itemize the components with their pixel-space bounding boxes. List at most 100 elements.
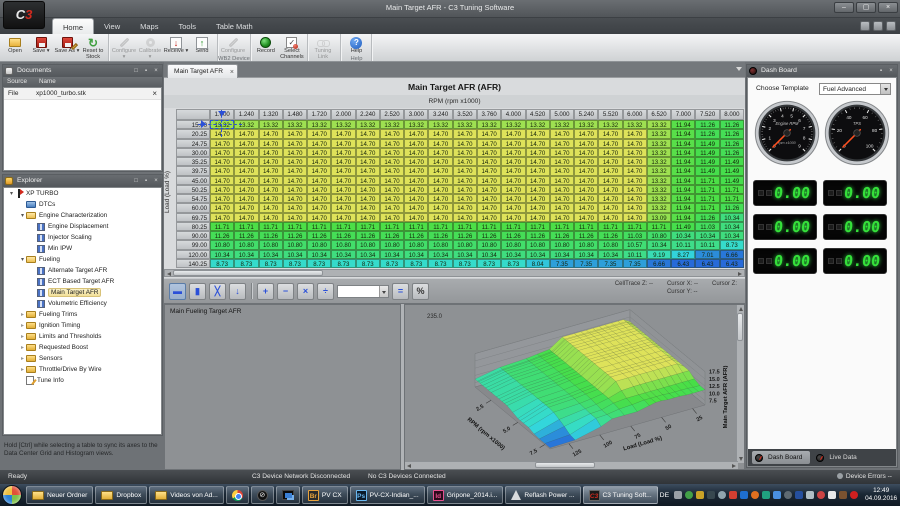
afr-cell[interactable]: 11.71 — [234, 222, 258, 231]
afr-cell[interactable]: 8.73 — [259, 259, 283, 268]
afr-cell[interactable]: 13.32 — [647, 139, 671, 148]
afr-cell[interactable]: 11.26 — [283, 231, 307, 240]
ribbon-tab-maps[interactable]: Maps — [130, 18, 168, 34]
row-header-20.25[interactable]: 20.25 — [176, 129, 210, 138]
afr-cell[interactable]: 10.11 — [695, 240, 719, 249]
afr-cell[interactable]: 11.71 — [404, 222, 428, 231]
tree-item-tune-info[interactable]: Tune Info — [4, 375, 161, 386]
afr-cell[interactable]: 14.70 — [477, 129, 501, 138]
taskbar-item-chrome[interactable] — [226, 486, 249, 504]
afr-cell[interactable]: 14.70 — [477, 139, 501, 148]
dashboard-header[interactable]: Dash Board ▪ × — [747, 65, 897, 77]
afr-cell[interactable]: 14.70 — [380, 194, 404, 203]
column-header-8.000[interactable]: 8.000 — [720, 109, 744, 120]
afr-cell[interactable]: 11.49 — [671, 222, 695, 231]
afr-cell[interactable]: 13.32 — [647, 176, 671, 185]
afr-cell[interactable]: 13.32 — [477, 120, 501, 129]
close-document-icon[interactable]: × — [152, 89, 157, 98]
scroll-right-icon[interactable] — [738, 272, 742, 276]
afr-cell[interactable]: 13.32 — [428, 120, 452, 129]
afr-cell[interactable]: 11.71 — [623, 222, 647, 231]
afr-cell[interactable]: 14.70 — [428, 139, 452, 148]
row-header-54.75[interactable]: 54.75 — [176, 194, 210, 203]
afr-cell[interactable]: 13.09 — [647, 213, 671, 222]
afr-cell[interactable]: 14.70 — [210, 176, 234, 185]
afr-cell[interactable]: 14.70 — [404, 166, 428, 175]
select-channels-button[interactable]: ✓Select Channels — [279, 35, 305, 61]
afr-cell[interactable]: 13.32 — [501, 120, 525, 129]
tree-item-ignition-timing[interactable]: ▸Ignition Timing — [4, 320, 161, 331]
afr-cell[interactable]: 14.70 — [453, 129, 477, 138]
row-header-30.00[interactable]: 30.00 — [176, 148, 210, 157]
afr-cell[interactable]: 14.70 — [428, 157, 452, 166]
afr-cell[interactable]: 11.94 — [671, 148, 695, 157]
tray-icon[interactable] — [751, 491, 759, 499]
afr-cell[interactable]: 14.70 — [234, 213, 258, 222]
afr-cell[interactable]: 11.49 — [695, 148, 719, 157]
afr-cell[interactable]: 14.70 — [259, 148, 283, 157]
afr-cell[interactable]: 14.70 — [598, 194, 622, 203]
tray-icon[interactable] — [817, 491, 825, 499]
record-button[interactable]: Record — [253, 35, 279, 55]
afr-cell[interactable]: 14.70 — [526, 157, 550, 166]
tree-item-xp-turbo[interactable]: ▾XP TURBO — [4, 188, 161, 199]
column-header-1.240[interactable]: 1.240 — [234, 109, 258, 120]
scroll-down-icon[interactable] — [739, 457, 743, 461]
afr-cell[interactable]: 10.34 — [428, 250, 452, 259]
afr-cell[interactable]: 14.70 — [356, 157, 380, 166]
afr-cell[interactable]: 14.70 — [307, 129, 331, 138]
afr-cell[interactable]: 14.70 — [331, 129, 355, 138]
afr-cell[interactable]: 11.94 — [671, 166, 695, 175]
column-header-7.000[interactable]: 7.000 — [671, 109, 695, 120]
afr-cell[interactable]: 14.70 — [526, 194, 550, 203]
afr-cell[interactable]: 8.73 — [404, 259, 428, 268]
afr-cell[interactable]: 14.70 — [356, 194, 380, 203]
afr-cell[interactable]: 13.32 — [331, 120, 355, 129]
afr-cell[interactable]: 11.71 — [477, 222, 501, 231]
afr-cell[interactable]: 13.32 — [647, 185, 671, 194]
afr-cell[interactable]: 14.70 — [307, 203, 331, 212]
afr-cell[interactable]: 6.43 — [671, 259, 695, 268]
afr-cell[interactable]: 14.70 — [453, 185, 477, 194]
afr-cell[interactable]: 14.70 — [404, 129, 428, 138]
afr-cell[interactable]: 10.80 — [259, 240, 283, 249]
afr-cell[interactable]: 14.70 — [234, 157, 258, 166]
afr-cell[interactable]: 14.70 — [598, 185, 622, 194]
afr-cell[interactable]: 14.70 — [404, 203, 428, 212]
afr-cell[interactable]: 11.71 — [501, 222, 525, 231]
afr-cell[interactable]: 11.71 — [720, 185, 744, 194]
dock-icon[interactable]: □ — [132, 67, 140, 75]
ribbon-tab-table-math[interactable]: Table Math — [206, 18, 263, 34]
afr-cell[interactable]: 14.70 — [331, 194, 355, 203]
afr-cell[interactable]: 14.70 — [477, 203, 501, 212]
afr-cell[interactable]: 10.80 — [404, 240, 428, 249]
afr-cell[interactable]: 14.70 — [234, 203, 258, 212]
afr-cell[interactable]: 14.70 — [428, 166, 452, 175]
afr-cell[interactable]: 11.26 — [234, 231, 258, 240]
afr-cell[interactable]: 14.70 — [623, 148, 647, 157]
afr-cell[interactable]: 14.70 — [428, 213, 452, 222]
afr-cell[interactable]: 10.80 — [477, 240, 501, 249]
subtract-button[interactable]: − — [277, 283, 294, 300]
afr-cell[interactable]: 11.26 — [695, 120, 719, 129]
afr-cell[interactable]: 14.70 — [526, 203, 550, 212]
row-header-69.75[interactable]: 69.75 — [176, 213, 210, 222]
close-panel-icon[interactable]: × — [887, 67, 895, 75]
afr-cell[interactable]: 10.80 — [550, 240, 574, 249]
afr-cell[interactable]: 8.73 — [331, 259, 355, 268]
afr-cell[interactable]: 14.70 — [380, 203, 404, 212]
afr-cell[interactable]: 14.70 — [526, 139, 550, 148]
expander-icon[interactable]: ▸ — [19, 366, 26, 373]
tray-icon[interactable] — [718, 491, 726, 499]
tree-item-dtcs[interactable]: DTCs — [4, 199, 161, 210]
afr-cell[interactable]: 14.70 — [356, 185, 380, 194]
afr-cell[interactable]: 14.70 — [574, 185, 598, 194]
afr-cell[interactable]: 14.70 — [210, 185, 234, 194]
column-header-2.520[interactable]: 2.520 — [380, 109, 404, 120]
column-source[interactable]: Source — [3, 77, 35, 87]
style-icon[interactable] — [860, 21, 870, 31]
afr-cell[interactable]: 8.73 — [356, 259, 380, 268]
afr-cell[interactable]: 14.70 — [623, 185, 647, 194]
afr-cell[interactable]: 11.26 — [307, 231, 331, 240]
afr-cell[interactable]: 13.32 — [259, 120, 283, 129]
